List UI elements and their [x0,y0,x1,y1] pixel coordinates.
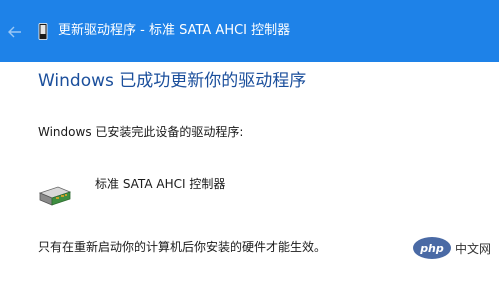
restart-notice: 只有在重新启动你的计算机后你安装的硬件才能生效。 [38,240,327,254]
watermark: php 中文网 [412,236,491,260]
storage-controller-icon [38,186,72,206]
success-heading: Windows 已成功更新你的驱动程序 [38,71,307,91]
installed-message: Windows 已安装完此设备的驱动程序: [38,125,244,139]
title-bar: 更新驱动程序 - 标准 SATA AHCI 控制器 [0,0,499,62]
back-button[interactable] [6,23,24,41]
watermark-text: 中文网 [454,241,491,256]
php-logo: php [412,237,451,259]
device-icon [38,23,48,40]
driver-name: 标准 SATA AHCI 控制器 [95,177,226,191]
back-arrow-icon [8,26,21,38]
window-title: 更新驱动程序 - 标准 SATA AHCI 控制器 [58,23,291,38]
